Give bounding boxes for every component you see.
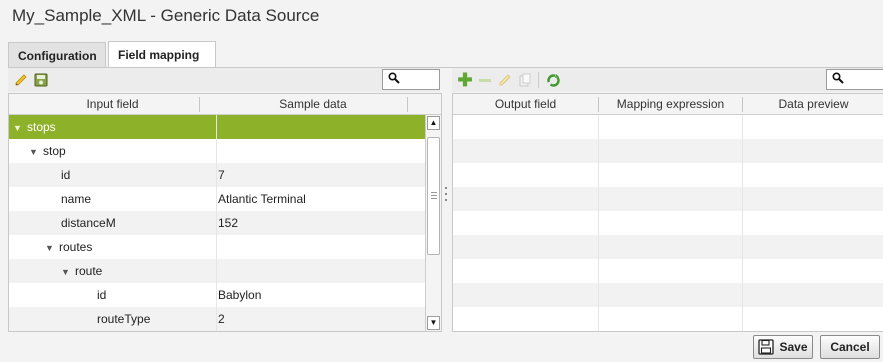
cancel-button-label: Cancel <box>830 340 870 354</box>
tab-field-mapping[interactable]: Field mapping <box>108 41 216 68</box>
tree-row[interactable]: ▼ route <box>9 259 425 283</box>
mapping-row[interactable] <box>453 211 883 235</box>
floppy-disk-icon <box>758 339 775 355</box>
tree-row-label: stops <box>27 120 56 134</box>
column-divider <box>742 115 743 331</box>
column-divider <box>598 115 599 331</box>
tree-row[interactable]: ▼ stop <box>9 139 425 163</box>
column-header-mapping-expression[interactable]: Mapping expression <box>599 94 742 115</box>
column-header-sample-data[interactable]: Sample data <box>217 94 409 115</box>
tree-row-label: distanceM <box>61 216 116 230</box>
tree-row-label: id <box>61 168 71 182</box>
save-sample-icon[interactable] <box>32 71 50 89</box>
expand-arrow-icon[interactable]: ▼ <box>13 116 23 140</box>
tree-row-label: route <box>75 264 103 278</box>
tree-row-value: 7 <box>218 168 225 182</box>
tab-configuration[interactable]: Configuration <box>8 42 106 67</box>
output-mapping-panel: Output field Mapping expression Data pre… <box>452 93 883 332</box>
search-icon <box>832 72 844 84</box>
column-separator <box>199 97 200 112</box>
search-icon <box>388 72 400 84</box>
scroll-down-icon[interactable]: ▼ <box>427 316 440 330</box>
mapping-row[interactable] <box>453 283 883 307</box>
refresh-icon[interactable] <box>544 71 562 89</box>
tree-row-label: id <box>97 288 107 302</box>
input-table-header: Input field Sample data <box>9 94 441 115</box>
column-separator <box>407 97 408 112</box>
add-icon[interactable]: ✚ <box>456 71 474 89</box>
mapping-row[interactable] <box>453 235 883 259</box>
column-header-input-field[interactable]: Input field <box>9 94 216 115</box>
tree-row-label: name <box>61 192 92 206</box>
scroll-up-icon[interactable]: ▲ <box>427 116 440 130</box>
tree-row[interactable]: id Babylon <box>9 283 425 307</box>
pencil-icon[interactable] <box>12 71 30 89</box>
mapping-row[interactable] <box>453 163 883 187</box>
panel-splitter[interactable] <box>444 185 448 207</box>
expand-arrow-icon[interactable]: ▼ <box>29 140 39 164</box>
remove-icon[interactable] <box>476 71 494 89</box>
mapping-row[interactable] <box>453 259 883 283</box>
tree-row[interactable]: ▼ stops <box>9 115 425 139</box>
vertical-scrollbar[interactable]: ▲ ▼ <box>425 115 441 331</box>
tree-row[interactable]: name Atlantic Terminal <box>9 187 425 211</box>
tree-row[interactable]: id 7 <box>9 163 425 187</box>
column-header-output-field[interactable]: Output field <box>453 94 598 115</box>
window-title: My_Sample_XML - Generic Data Source <box>12 6 320 25</box>
tree-row[interactable]: distanceM 152 <box>9 211 425 235</box>
tree-row-label: stop <box>43 144 66 158</box>
scrollbar-thumb[interactable] <box>427 137 440 255</box>
tree-row-label: routes <box>59 240 93 254</box>
toolbar-separator <box>538 72 539 88</box>
tree-row-value: 152 <box>218 216 239 230</box>
mapping-row[interactable] <box>453 139 883 163</box>
copy-icon[interactable] <box>516 71 534 89</box>
tree-row-value: Babylon <box>218 288 262 302</box>
expand-arrow-icon[interactable]: ▼ <box>45 236 55 260</box>
tree-row-value: Atlantic Terminal <box>218 192 306 206</box>
column-header-data-preview[interactable]: Data preview <box>743 94 883 115</box>
edit-icon[interactable] <box>496 71 514 89</box>
cancel-button[interactable]: Cancel <box>820 335 880 359</box>
expand-arrow-icon[interactable]: ▼ <box>61 260 71 284</box>
input-search-field[interactable] <box>382 69 440 90</box>
tree-row[interactable]: routeType 2 <box>9 307 425 331</box>
save-button[interactable]: Save <box>753 335 813 359</box>
output-search-field[interactable] <box>826 69 883 90</box>
input-toolbar <box>8 68 440 92</box>
mapping-row[interactable] <box>453 307 883 331</box>
output-toolbar: ✚ <box>452 68 883 92</box>
tree-row-value: 2 <box>218 312 225 326</box>
column-divider <box>216 115 217 331</box>
input-fields-panel: Input field Sample data ▼ stops ▼ stop id … <box>8 93 442 332</box>
tree-row[interactable]: ▼ routes <box>9 235 425 259</box>
mapping-row[interactable] <box>453 187 883 211</box>
save-button-label: Save <box>779 340 808 354</box>
mapping-row[interactable] <box>453 115 883 139</box>
tree-row-label: routeType <box>97 312 151 326</box>
output-table-header: Output field Mapping expression Data pre… <box>453 94 883 115</box>
